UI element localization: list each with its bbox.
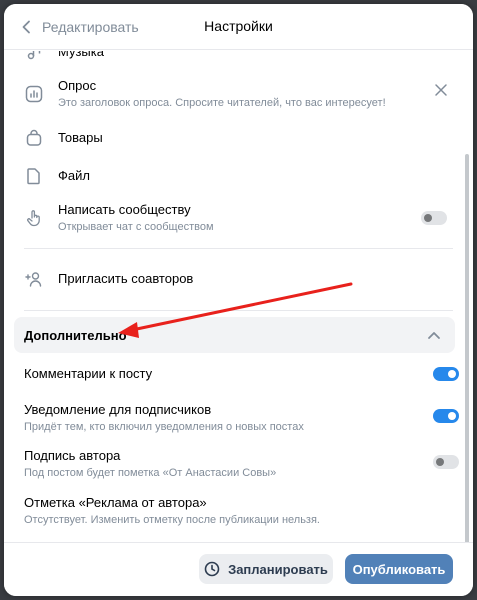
notify-label: Уведомление для подписчиков xyxy=(24,402,212,417)
shopping-bag-icon xyxy=(24,128,44,148)
file-label: Файл xyxy=(58,168,90,183)
ad-mark-setting[interactable]: Отметка «Реклама от автора» Отсутствует.… xyxy=(24,495,453,527)
signature-setting[interactable]: Подпись автора Под постом будет пометка … xyxy=(24,448,459,480)
schedule-label: Запланировать xyxy=(228,561,328,577)
divider xyxy=(24,310,453,311)
message-community-item[interactable]: Написать сообществу Открывает чат с сооб… xyxy=(24,202,453,234)
sidebar-item-music[interactable]: Музыка xyxy=(24,51,453,62)
poll-item[interactable]: Опрос Это заголовок опроса. Спросите чит… xyxy=(24,78,453,110)
signature-subtitle: Под постом будет пометка «От Анастасии С… xyxy=(24,467,277,479)
page-title: Настройки xyxy=(204,18,273,34)
music-label: Музыка xyxy=(58,51,104,59)
advanced-section-header[interactable]: Дополнительно xyxy=(14,317,455,353)
comments-toggle[interactable] xyxy=(433,367,459,381)
goods-item[interactable]: Товары xyxy=(24,128,453,148)
signature-toggle[interactable] xyxy=(433,455,459,469)
advanced-section-title: Дополнительно xyxy=(24,328,127,343)
notify-toggle[interactable] xyxy=(433,409,459,423)
comments-setting[interactable]: Комментарии к посту xyxy=(24,366,459,382)
scrollbar[interactable] xyxy=(465,154,469,544)
modal-header: Редактировать Настройки xyxy=(4,4,473,50)
clock-icon xyxy=(204,561,220,577)
divider xyxy=(24,248,453,249)
modal-footer: Запланировать Опубликовать xyxy=(4,542,473,596)
comments-label: Комментарии к посту xyxy=(24,366,153,381)
close-icon[interactable] xyxy=(433,82,449,98)
ad-mark-label: Отметка «Реклама от автора» xyxy=(24,495,207,510)
schedule-button[interactable]: Запланировать xyxy=(199,554,333,584)
hand-pointer-icon xyxy=(24,208,44,228)
invite-coauthors-item[interactable]: Пригласить соавторов xyxy=(24,269,453,289)
settings-list[interactable]: Музыка Опрос Это заголовок опроса. Спрос… xyxy=(4,51,473,542)
chevron-up-icon[interactable] xyxy=(427,329,441,341)
file-icon xyxy=(24,166,44,186)
message-community-label: Написать сообществу xyxy=(58,202,191,217)
notify-setting[interactable]: Уведомление для подписчиков Придёт тем, … xyxy=(24,402,459,434)
settings-modal: Редактировать Настройки Музыка Опрос Это… xyxy=(4,4,473,596)
message-community-toggle[interactable] xyxy=(421,211,447,225)
file-item[interactable]: Файл xyxy=(24,166,453,186)
poll-label: Опрос xyxy=(58,78,97,93)
message-community-subtitle: Открывает чат с сообществом xyxy=(58,221,214,233)
music-icon xyxy=(24,51,44,62)
invite-coauthors-label: Пригласить соавторов xyxy=(58,271,194,286)
poll-icon xyxy=(24,84,44,104)
add-user-icon xyxy=(24,269,44,289)
publish-button[interactable]: Опубликовать xyxy=(345,554,453,584)
publish-label: Опубликовать xyxy=(352,561,446,577)
notify-subtitle: Придёт тем, кто включил уведомления о но… xyxy=(24,421,304,433)
goods-label: Товары xyxy=(58,130,103,145)
poll-subtitle: Это заголовок опроса. Спросите читателей… xyxy=(58,97,386,109)
ad-mark-subtitle: Отсутствует. Изменить отметку после публ… xyxy=(24,514,320,526)
signature-label: Подпись автора xyxy=(24,448,121,463)
